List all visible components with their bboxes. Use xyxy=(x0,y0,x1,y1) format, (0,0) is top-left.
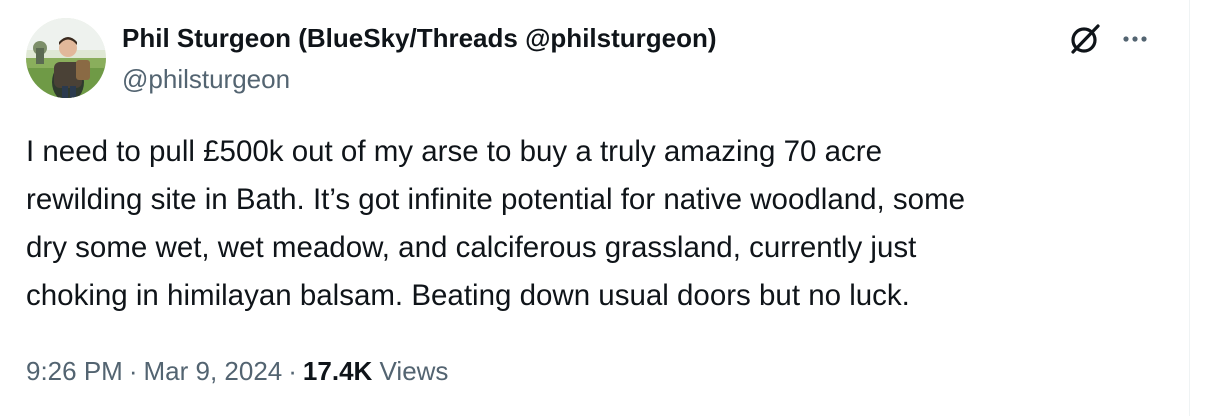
views-label: Views xyxy=(379,356,449,386)
avatar[interactable] xyxy=(26,18,106,98)
tweet-date[interactable]: Mar 9, 2024 xyxy=(144,356,283,386)
avatar-photo xyxy=(26,18,106,98)
tweet-time[interactable]: 9:26 PM xyxy=(26,356,123,386)
tweet-text: I need to pull £500k out of my arse to b… xyxy=(26,135,966,312)
more-options-icon[interactable] xyxy=(1118,22,1152,56)
column-divider xyxy=(1189,0,1190,416)
meta-separator: · xyxy=(128,356,138,386)
meta-separator: · xyxy=(288,356,297,386)
author-handle[interactable]: @philsturgeon xyxy=(122,62,290,96)
tweet-meta: 9:26 PM · Mar 9, 2024 · 17.4K Views xyxy=(26,352,448,390)
author-display-name[interactable]: Phil Sturgeon (BlueSky/Threads @philstur… xyxy=(122,20,717,56)
grok-icon[interactable] xyxy=(1066,20,1104,58)
views-count: 17.4K xyxy=(302,356,373,386)
